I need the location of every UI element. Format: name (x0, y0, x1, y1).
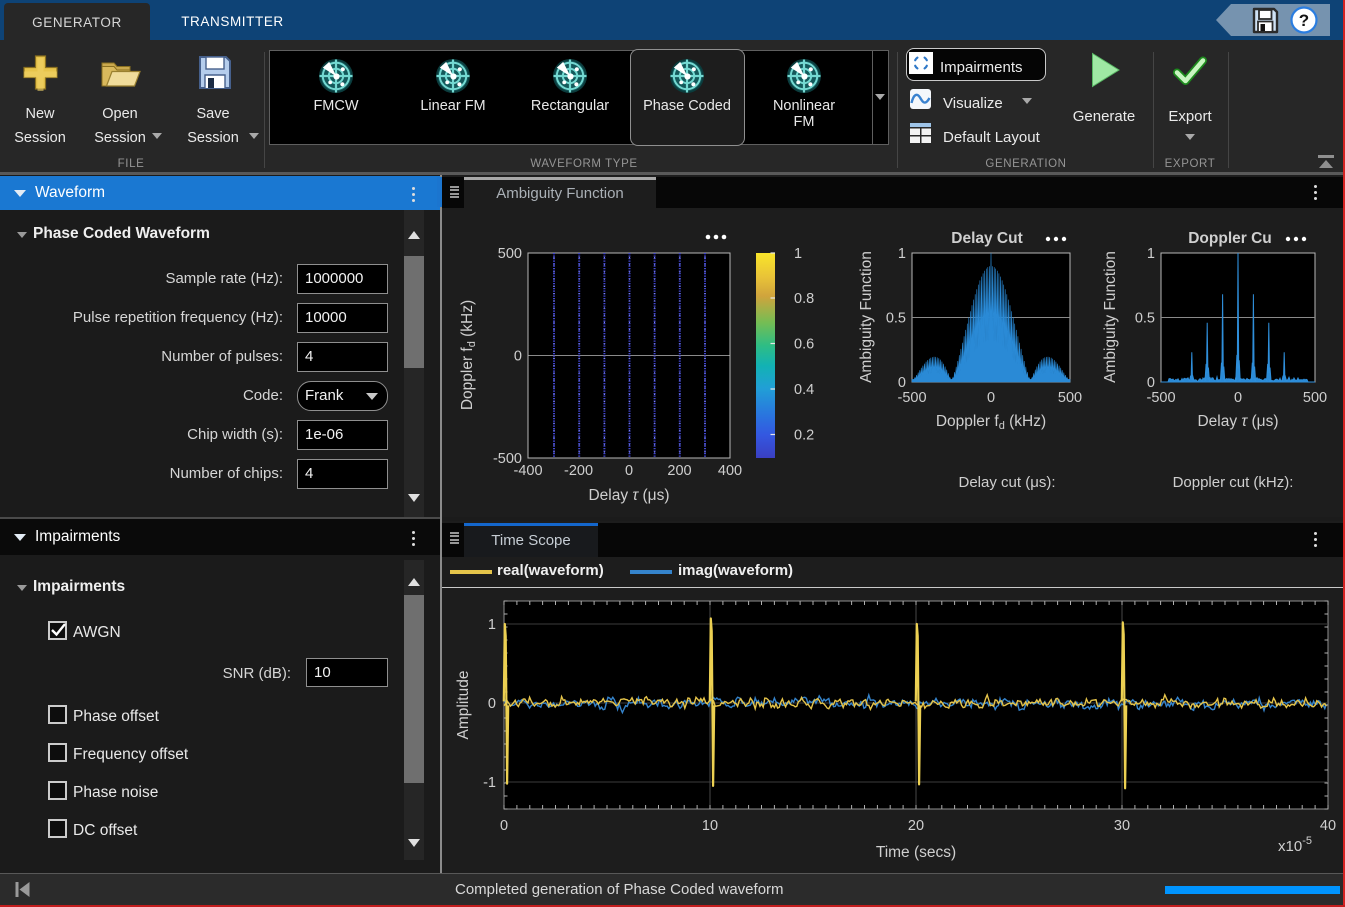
svg-text:Ambiguity Function: Ambiguity Function (1102, 251, 1119, 383)
svg-text:0: 0 (1147, 375, 1155, 391)
svg-text:-500: -500 (1146, 390, 1175, 406)
svg-text:30: 30 (1114, 818, 1130, 834)
svg-text:Doppler fd (kHz): Doppler fd (kHz) (936, 413, 1046, 432)
svg-text:1: 1 (794, 246, 802, 262)
svg-text:Delay τ (μs): Delay τ (μs) (1197, 413, 1278, 430)
svg-text:Doppler cut (kHz):: Doppler cut (kHz): (1173, 474, 1294, 491)
svg-text:1: 1 (488, 617, 496, 633)
svg-text:Doppler fd (kHz): Doppler fd (kHz) (459, 300, 478, 410)
svg-text:10: 10 (702, 818, 718, 834)
svg-text:0: 0 (514, 349, 522, 365)
svg-text:500: 500 (1303, 390, 1327, 406)
svg-text:Delay τ (μs): Delay τ (μs) (588, 487, 669, 504)
svg-text:500: 500 (1058, 390, 1082, 406)
svg-text:0: 0 (625, 463, 633, 479)
svg-text:Doppler Cu: Doppler Cu (1188, 230, 1272, 247)
svg-text:500: 500 (498, 246, 522, 262)
svg-text:Time (secs): Time (secs) (876, 844, 956, 861)
svg-text:-500: -500 (897, 390, 926, 406)
svg-text:Delay cut (μs):: Delay cut (μs): (959, 474, 1056, 491)
svg-text:0.6: 0.6 (794, 337, 814, 353)
svg-text:200: 200 (667, 463, 691, 479)
svg-text:0: 0 (1234, 390, 1242, 406)
svg-text:1: 1 (898, 246, 906, 262)
svg-text:0.2: 0.2 (794, 428, 814, 444)
svg-text:0.8: 0.8 (794, 291, 814, 307)
svg-text:0.5: 0.5 (886, 311, 906, 327)
svg-text:0: 0 (500, 818, 508, 834)
svg-text:1: 1 (1147, 246, 1155, 262)
svg-text:0.4: 0.4 (794, 382, 814, 398)
svg-text:0.5: 0.5 (1135, 311, 1155, 327)
svg-text:20: 20 (908, 818, 924, 834)
svg-text:40: 40 (1320, 818, 1336, 834)
svg-text:-1: -1 (483, 775, 496, 791)
svg-text:Delay Cut: Delay Cut (951, 230, 1023, 247)
svg-text:0: 0 (987, 390, 995, 406)
svg-text:-400: -400 (513, 463, 542, 479)
svg-text:x10-5: x10-5 (1278, 835, 1312, 855)
svg-text:Ambiguity Function: Ambiguity Function (858, 251, 875, 383)
svg-text:0: 0 (488, 696, 496, 712)
svg-text:-200: -200 (564, 463, 593, 479)
svg-text:Amplitude: Amplitude (455, 671, 472, 740)
svg-text:400: 400 (718, 463, 742, 479)
svg-text:0: 0 (898, 375, 906, 391)
svg-text:?: ? (1299, 11, 1309, 30)
